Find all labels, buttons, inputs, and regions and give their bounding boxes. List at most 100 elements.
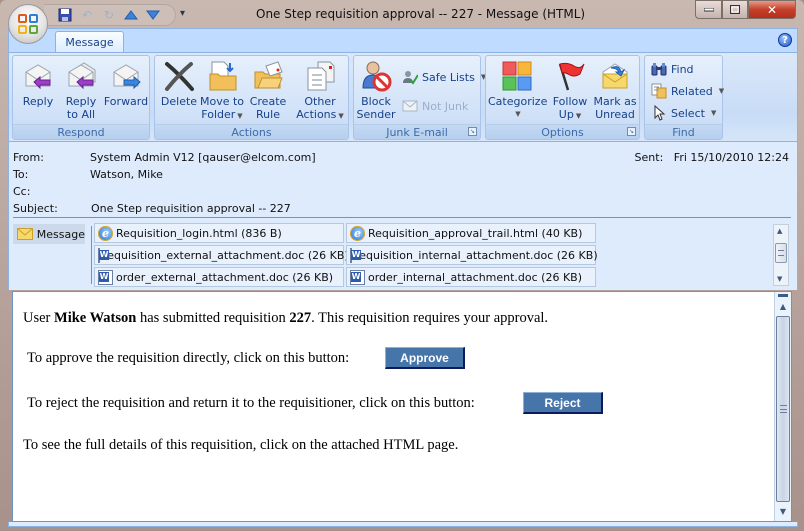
html-file-icon: e: [98, 225, 113, 241]
body-line-details: To see the full details of this requisit…: [23, 437, 459, 453]
select-button[interactable]: Select ▼: [651, 104, 717, 121]
undo-icon[interactable]: ↶: [80, 8, 94, 22]
redo-icon[interactable]: ↻: [102, 8, 116, 22]
attachments-divider: [91, 226, 92, 284]
attachment-name: Requisition_login.html (836 B): [116, 226, 282, 240]
ribbon-tab-row: Message ?: [8, 28, 798, 53]
other-actions-label-2-text: Actions: [296, 108, 337, 121]
sent-value: Fri 15/10/2010 12:24: [673, 151, 789, 164]
reply-all-button[interactable]: Reply to All: [61, 60, 101, 121]
find-button[interactable]: Find: [651, 61, 694, 77]
categorize-button[interactable]: Categorize ▼: [488, 60, 547, 121]
not-junk-button[interactable]: Not Junk: [402, 98, 468, 114]
attachment-name: Requisition_approval_trail.html (40 KB): [368, 226, 583, 240]
sent-label: Sent:: [634, 151, 664, 164]
binoculars-icon: [651, 61, 667, 77]
create-rule-button[interactable]: Create Rule: [247, 60, 289, 121]
message-body: User Mike Watson has submitted requisiti…: [12, 291, 792, 522]
split-handle-icon[interactable]: [778, 294, 788, 297]
from-value[interactable]: System Admin V12 [qauser@elcom.com]: [90, 151, 316, 164]
attachment-item[interactable]: requisition_internal_attachment.doc (26 …: [346, 245, 598, 265]
reply-icon: [22, 60, 54, 92]
body-scrollbar[interactable]: ▲ ▼: [774, 292, 791, 521]
text: . This requisition requires your approva…: [311, 310, 549, 326]
move-to-folder-button[interactable]: Move to Folder ▼: [199, 60, 245, 123]
other-actions-button[interactable]: Other Actions ▼: [295, 60, 345, 123]
related-icon: [651, 83, 667, 99]
attachment-name: requisition_internal_attachment.doc (26 …: [355, 248, 598, 262]
attachment-item[interactable]: order_internal_attachment.doc (26 KB): [346, 267, 596, 287]
block-sender-button[interactable]: Block Sender: [356, 60, 396, 121]
maximize-button[interactable]: [722, 0, 748, 19]
safe-lists-button[interactable]: Safe Lists ▼: [402, 69, 486, 85]
follow-up-label-1: Follow: [552, 95, 588, 108]
attachment-item[interactable]: e Requisition_login.html (836 B): [94, 223, 344, 243]
group-actions: Delete Move to Folder ▼ Create Rule Othe…: [154, 55, 349, 140]
attachment-item[interactable]: order_external_attachment.doc (26 KB): [94, 267, 344, 287]
scroll-up-icon[interactable]: ▲: [775, 299, 791, 315]
not-junk-icon: [402, 98, 418, 114]
ribbon: Reply Reply to All Forward Respond Delet…: [8, 52, 798, 142]
follow-up-label-2-text: Up: [558, 108, 574, 121]
attachment-item[interactable]: e Requisition_approval_trail.html (40 KB…: [346, 223, 596, 243]
follow-up-button[interactable]: Follow Up ▼: [550, 60, 590, 123]
attachment-name: requisition_external_attachment.doc (26 …: [103, 248, 349, 262]
move-label-1: Move to: [199, 95, 245, 108]
forward-button[interactable]: Forward: [103, 60, 149, 108]
reply-all-label-2: to All: [66, 108, 96, 121]
previous-item-icon[interactable]: [124, 8, 138, 22]
subject-value: One Step requisition approval -- 227: [91, 202, 291, 215]
envelope-icon: [17, 228, 33, 240]
message-body-tab[interactable]: Message: [13, 224, 85, 244]
reply-button[interactable]: Reply: [19, 60, 57, 108]
html-file-icon: e: [350, 225, 365, 241]
find-label: Find: [671, 62, 694, 76]
delete-icon: [163, 60, 195, 92]
options-launcher[interactable]: ↘: [627, 127, 636, 136]
dropdown-arrow-icon: ▼: [710, 109, 717, 117]
follow-up-flag-icon: [554, 60, 586, 92]
scroll-down-icon[interactable]: ▼: [775, 504, 791, 520]
body-line-approve: To approve the requisition directly, cli…: [27, 350, 350, 366]
approve-button[interactable]: Approve: [385, 347, 465, 369]
block-sender-icon: [360, 60, 392, 92]
select-label: Select: [671, 106, 705, 120]
window-controls: ✕: [695, 0, 796, 19]
forward-label: Forward: [103, 95, 149, 108]
group-respond: Reply Reply to All Forward Respond: [12, 55, 150, 140]
dropdown-arrow-icon: ▼: [338, 112, 344, 120]
safe-lists-icon: [402, 69, 419, 85]
create-rule-icon: [252, 60, 284, 92]
requisition-number: 227: [289, 310, 312, 326]
body-scroll-thumb[interactable]: [776, 316, 790, 502]
close-button[interactable]: ✕: [748, 0, 796, 19]
block-sender-label-2: Sender: [356, 108, 396, 121]
office-button[interactable]: [8, 4, 48, 44]
tab-message[interactable]: Message: [55, 31, 124, 53]
group-label-options: Options: [486, 124, 639, 139]
title-bar: ↶ ↻ ▾ One Step requisition approval -- 2…: [0, 0, 804, 44]
to-value[interactable]: Watson, Mike: [90, 168, 163, 181]
attachments-scrollbar[interactable]: ▲ ▼: [773, 224, 789, 286]
word-doc-icon: [350, 247, 361, 263]
word-doc-icon: [98, 269, 113, 285]
save-icon[interactable]: [58, 8, 72, 22]
customize-qat-icon[interactable]: ▾: [180, 8, 185, 19]
delete-label: Delete: [160, 95, 198, 108]
header-divider: [13, 217, 791, 218]
related-button[interactable]: Related ▼: [651, 83, 724, 99]
attachment-item[interactable]: requisition_external_attachment.doc (26 …: [94, 245, 349, 265]
scroll-down-icon[interactable]: ▼: [777, 275, 782, 283]
help-icon[interactable]: ?: [778, 33, 792, 47]
reject-button[interactable]: Reject: [523, 392, 603, 414]
mark-as-unread-button[interactable]: Mark as Unread: [592, 60, 638, 121]
create-rule-label-1: Create: [249, 95, 287, 108]
delete-button[interactable]: Delete: [159, 60, 199, 108]
group-label-respond: Respond: [13, 124, 149, 139]
scroll-up-icon[interactable]: ▲: [777, 227, 782, 235]
junk-email-options-launcher[interactable]: ↘: [468, 127, 477, 136]
attachments-scroll-thumb[interactable]: [775, 243, 787, 263]
minimize-button[interactable]: [695, 0, 722, 19]
other-actions-label-2: Actions ▼: [295, 108, 345, 123]
next-item-icon[interactable]: [146, 8, 160, 22]
